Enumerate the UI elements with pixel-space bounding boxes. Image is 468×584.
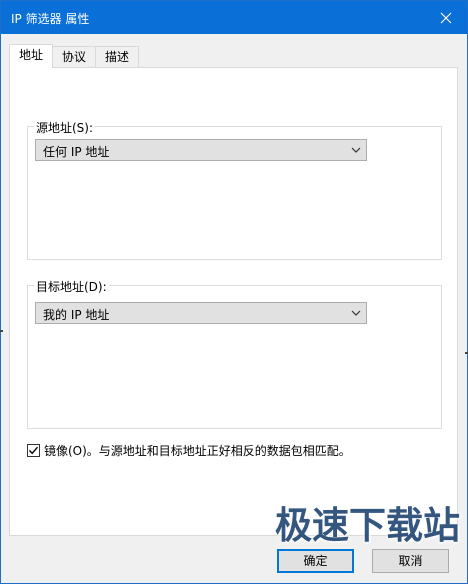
- source-address-group: 源地址(S): 任何 IP 地址: [27, 119, 442, 260]
- source-address-value: 任何 IP 地址: [43, 145, 110, 159]
- ok-button[interactable]: 确定: [277, 549, 354, 573]
- mirror-checkbox[interactable]: [27, 443, 40, 457]
- destination-address-label: 目标地址(D):: [34, 278, 109, 295]
- tab-address[interactable]: 地址: [9, 44, 54, 68]
- checkmark-icon: [28, 446, 39, 454]
- tab-description[interactable]: 描述: [96, 46, 140, 68]
- close-button[interactable]: [433, 5, 459, 31]
- source-address-dropdown[interactable]: 任何 IP 地址: [35, 139, 367, 161]
- destination-address-dropdown[interactable]: 我的 IP 地址: [35, 302, 367, 324]
- tab-protocol[interactable]: 协议: [53, 46, 97, 68]
- destination-address-value: 我的 IP 地址: [43, 308, 110, 322]
- address-tab-panel: 源地址(S): 任何 IP 地址 目标地址(D): 我的 IP 地址 镜像(O)…: [9, 67, 458, 536]
- dialog-client-area: 地址 协议 描述 源地址(S): 任何 IP 地址 目标地址(D): 我的 IP…: [1, 34, 467, 583]
- close-icon: [440, 12, 452, 24]
- source-address-label: 源地址(S):: [34, 119, 96, 136]
- title-bar[interactable]: IP 筛选器 属性: [1, 1, 467, 34]
- edge-mark: [0, 330, 3, 332]
- mirror-label: 镜像(O)。与源地址和目标地址正好相反的数据包相匹配。: [44, 443, 351, 458]
- destination-address-group: 目标地址(D): 我的 IP 地址: [27, 278, 442, 429]
- cancel-button[interactable]: 取消: [372, 549, 449, 573]
- mirror-checkbox-row[interactable]: 镜像(O)。与源地址和目标地址正好相反的数据包相匹配。: [27, 442, 351, 458]
- ip-filter-properties-dialog: IP 筛选器 属性 地址 协议 描述 源地址(S): 任何 IP 地址 目标地址…: [0, 0, 468, 584]
- window-title: IP 筛选器 属性: [11, 12, 90, 26]
- chevron-down-icon: [351, 147, 361, 153]
- chevron-down-icon: [351, 310, 361, 316]
- tab-strip: 地址 协议 描述: [9, 44, 140, 68]
